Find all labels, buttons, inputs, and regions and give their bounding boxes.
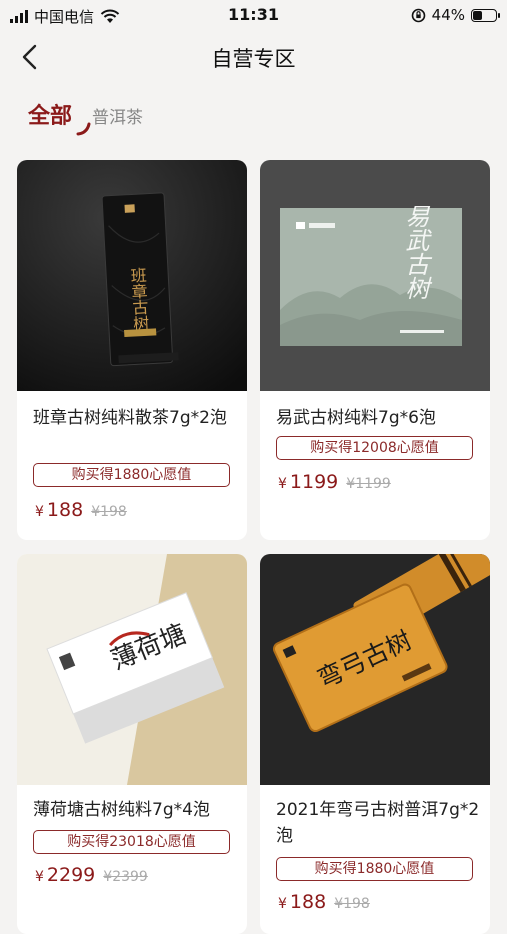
page-title: 自营专区 — [211, 47, 296, 71]
original-price: ¥198 — [334, 896, 370, 912]
price-row: ¥188 ¥198 — [278, 891, 370, 913]
price-value: 188 — [289, 891, 327, 913]
orientation-lock-icon — [411, 8, 425, 22]
price-value: 188 — [46, 499, 84, 521]
currency-symbol: ¥ — [35, 504, 44, 520]
tab-puer-label: 普洱茶 — [92, 108, 144, 128]
product-image: 班章古树 — [17, 160, 247, 391]
status-bar: 中国电信 11:31 44% — [0, 0, 507, 32]
price-value: 2299 — [46, 864, 96, 886]
product-title: 班章古树纯料散茶7g*2泡 — [33, 408, 227, 428]
product-image-text: 易武古树 — [401, 204, 429, 300]
price: ¥2299 — [35, 864, 95, 886]
category-tabs: 全部 普洱茶 — [28, 98, 143, 136]
tab-all[interactable]: 全部 — [28, 98, 91, 136]
price: ¥188 — [35, 499, 83, 521]
product-image: 易武古树 — [260, 160, 490, 391]
price-row: ¥1199 ¥1199 — [278, 471, 391, 493]
reward-badge: 购买得23018心愿值 — [33, 830, 230, 854]
price-row: ¥188 ¥198 — [35, 499, 127, 521]
product-image: 弯弓古树 — [260, 554, 490, 785]
battery-percent: 44% — [431, 6, 465, 24]
currency-symbol: ¥ — [278, 476, 287, 492]
product-card[interactable]: 弯弓古树 2021年弯弓古树普洱7g*2泡 购买得1880心愿值 ¥188 ¥1… — [260, 554, 490, 934]
reward-badge: 购买得12008心愿值 — [276, 436, 473, 460]
product-card[interactable]: 易武古树 易武古树纯料7g*6泡 购买得12008心愿值 ¥1199 ¥1199 — [260, 160, 490, 540]
price-value: 1199 — [289, 471, 339, 493]
product-card[interactable]: 班章古树 班章古树纯料散茶7g*2泡 购买得1880心愿值 ¥188 ¥198 — [17, 160, 247, 540]
currency-symbol: ¥ — [278, 896, 287, 912]
nav-bar: 自营专区 — [0, 34, 507, 82]
original-price: ¥1199 — [346, 476, 391, 492]
product-image-text: 班章古树 — [127, 267, 149, 333]
original-price: ¥198 — [91, 504, 127, 520]
reward-badge: 购买得1880心愿值 — [276, 857, 473, 881]
product-title: 2021年弯弓古树普洱7g*2泡 — [276, 800, 480, 846]
price: ¥1199 — [278, 471, 338, 493]
original-price: ¥2399 — [103, 869, 148, 885]
reward-badge: 购买得1880心愿值 — [33, 463, 230, 487]
tab-active-indicator — [76, 122, 91, 136]
battery-icon — [471, 8, 500, 22]
battery-level — [473, 10, 482, 20]
product-image: 薄荷塘 — [17, 554, 247, 785]
price: ¥188 — [278, 891, 326, 913]
product-title: 易武古树纯料7g*6泡 — [276, 408, 436, 428]
status-right: 44% — [411, 6, 500, 24]
price-row: ¥2299 ¥2399 — [35, 864, 148, 886]
tab-puer[interactable]: 普洱茶 — [92, 103, 143, 130]
product-card[interactable]: 薄荷塘 薄荷塘古树纯料7g*4泡 购买得23018心愿值 ¥2299 ¥2399 — [17, 554, 247, 934]
currency-symbol: ¥ — [35, 869, 44, 885]
tab-all-label: 全部 — [28, 104, 73, 129]
product-title: 薄荷塘古树纯料7g*4泡 — [33, 800, 210, 820]
